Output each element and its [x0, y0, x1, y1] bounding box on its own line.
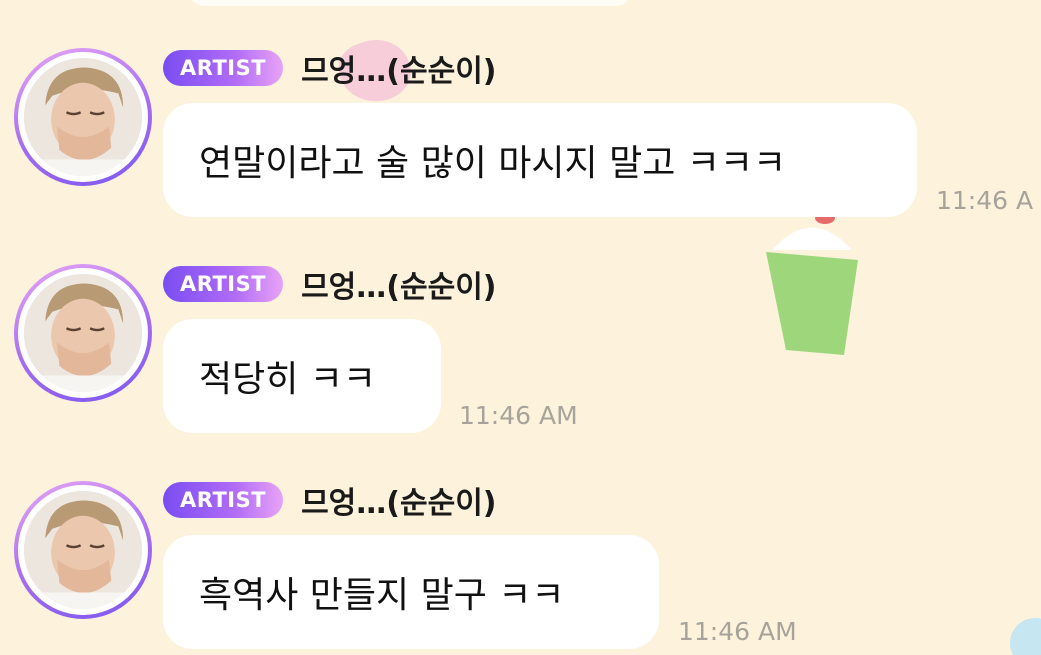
message-bubble[interactable]: 흑역사 만들지 말구 ㅋㅋ	[163, 535, 659, 649]
green-cup-sticker-decoration	[766, 212, 858, 355]
profile-photo-icon	[24, 491, 142, 609]
sender-row: ARTIST 므엉…(순순이)	[163, 46, 497, 90]
avatar[interactable]	[14, 264, 152, 402]
background-card-decoration	[190, 0, 630, 6]
artist-badge: ARTIST	[163, 482, 284, 518]
message-bubble[interactable]: 연말이라고 술 많이 마시지 말고 ㅋㅋㅋ	[163, 103, 917, 217]
message-timestamp: 11:46 AM	[459, 401, 578, 430]
message-bubble[interactable]: 적당히 ㅋㅋ	[163, 319, 441, 433]
message-timestamp: 11:46 A	[936, 186, 1034, 215]
avatar[interactable]	[14, 481, 152, 619]
sender-name[interactable]: 므엉…(순순이)	[301, 46, 496, 90]
sender-row: ARTIST 므엉…(순순이)	[163, 262, 497, 306]
profile-photo-icon	[24, 58, 142, 176]
avatar[interactable]	[14, 48, 152, 186]
sender-row: ARTIST 므엉…(순순이)	[163, 478, 497, 522]
artist-badge: ARTIST	[163, 50, 284, 86]
sender-name[interactable]: 므엉…(순순이)	[301, 262, 496, 306]
message-timestamp: 11:46 AM	[678, 617, 797, 646]
sender-name[interactable]: 므엉…(순순이)	[301, 478, 496, 522]
artist-badge: ARTIST	[163, 266, 284, 302]
blue-sticker-decoration	[1010, 618, 1041, 655]
profile-photo-icon	[24, 274, 142, 392]
